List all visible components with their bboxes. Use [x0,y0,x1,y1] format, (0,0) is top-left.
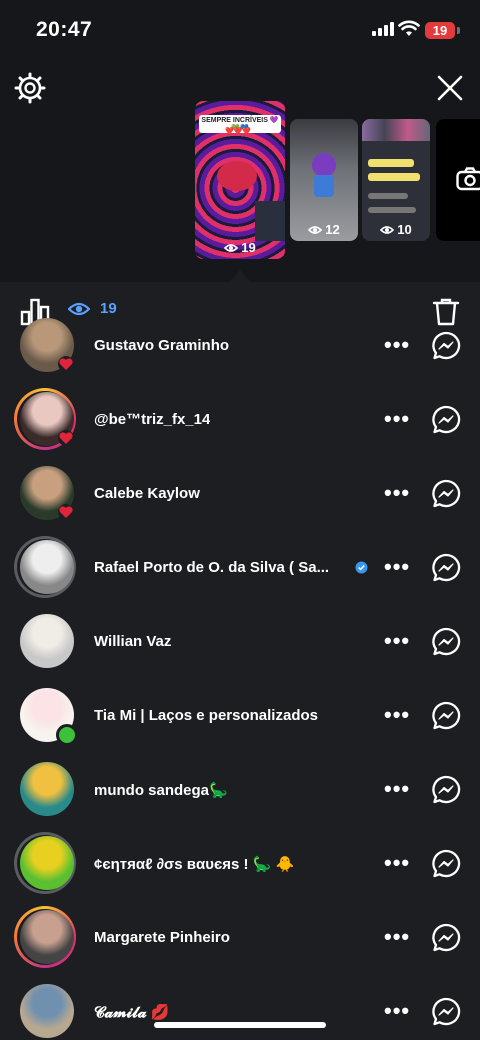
viewer-row[interactable]: @be™triz_fx_14 ••• [0,382,480,456]
liked-heart-icon [58,430,74,446]
more-options-button[interactable]: ••• [384,628,410,654]
avatar[interactable] [20,984,74,1038]
messenger-icon[interactable] [431,701,461,736]
messenger-icon[interactable] [431,997,461,1032]
eye-icon [380,225,395,234]
viewer-name: ¢єηтяαℓ ∂σѕ вαυєяѕ ! 🦕 🐥 [94,856,295,873]
story-view-count: 12 [290,222,358,237]
online-status-dot [56,724,78,746]
messenger-icon[interactable] [431,479,461,514]
active-story-pointer [230,270,250,282]
close-icon[interactable] [434,72,466,104]
story-thumbnail[interactable]: 12 [290,119,358,241]
battery-indicator: 19 [425,22,455,39]
more-options-button[interactable]: ••• [384,554,410,580]
more-options-button[interactable]: ••• [384,850,410,876]
avatar[interactable] [20,762,74,816]
messenger-icon[interactable] [431,849,461,884]
messenger-icon[interactable] [431,923,461,958]
more-options-button[interactable]: ••• [384,702,410,728]
messenger-icon[interactable] [431,553,461,588]
liked-heart-icon [58,356,74,372]
figure-head [312,153,336,177]
story-figure [217,161,257,191]
status-time: 20:47 [36,18,93,41]
eye-icon [224,243,239,252]
viewer-row[interactable]: Calebe Kaylow ••• [0,456,480,530]
more-options-button[interactable]: ••• [384,776,410,802]
avatar[interactable] [20,910,74,964]
viewer-row[interactable]: ¢єηтяαℓ ∂σѕ вαυєяѕ ! 🦕 🐥 ••• [0,826,480,900]
chat-bubble [368,173,420,181]
chat-bubble [368,159,414,167]
viewer-row[interactable]: mundo sandega🦕 ••• [0,752,480,826]
chat-bubble [368,193,408,199]
viewer-row[interactable]: Tia Mi | Laços e personalizados ••• [0,678,480,752]
story-view-count: 19 [195,240,285,255]
avatar[interactable] [20,540,74,594]
wifi-icon [398,20,420,36]
viewer-row[interactable]: Willian Vaz ••• [0,604,480,678]
viewer-row[interactable]: Gustavo Graminho ••• [0,312,480,382]
camera-icon [456,167,480,191]
liked-heart-icon [58,504,74,520]
settings-gear-icon[interactable] [14,72,46,104]
more-options-button[interactable]: ••• [384,406,410,432]
more-options-button[interactable]: ••• [384,332,410,358]
more-options-button[interactable]: ••• [384,480,410,506]
viewer-name: Gustavo Graminho [94,337,230,354]
story-photo-strip [362,119,430,141]
viewer-name: mundo sandega🦕 [94,782,228,799]
viewer-row[interactable]: Rafael Porto de O. da Silva ( Sa... ••• [0,530,480,604]
avatar[interactable] [20,614,74,668]
viewer-name: Tia Mi | Laços e personalizados [94,707,318,724]
eye-icon [308,225,323,234]
viewer-name: 𝓒𝓪𝓶𝓲𝓵𝓪 💋 [94,1004,170,1021]
viewer-name: Calebe Kaylow [94,485,200,502]
messenger-icon[interactable] [431,405,461,440]
story-thumbnail-active[interactable]: SEMPRE INCRÍVEIS 💜💚💙 ❤️❤️❤️ 19 [195,101,285,259]
story-inset-photo [255,201,285,241]
messenger-icon[interactable] [431,627,461,662]
viewer-row[interactable]: 𝓒𝓪𝓶𝓲𝓵𝓪 💋 ••• [0,974,480,1040]
status-bar: 20:47 19 [0,0,480,60]
viewer-name: Willian Vaz [94,633,172,650]
story-header: 20:47 19 SEMPRE INCRÍVEIS 💜� [0,0,480,282]
add-story-camera-tile[interactable] [436,119,480,241]
viewer-name: Rafael Porto de O. da Silva ( Sa... [94,559,330,576]
story-view-count: 10 [362,222,430,237]
viewer-name: Margarete Pinheiro [94,929,230,946]
story-hearts: ❤️❤️❤️ [225,128,252,135]
chat-bubble [368,207,416,213]
figure-body [314,175,334,197]
more-options-button[interactable]: ••• [384,998,410,1024]
verified-badge-icon [355,561,368,579]
story-thumbnail[interactable]: 10 [362,119,430,241]
viewer-name: @be™triz_fx_14 [94,411,211,428]
home-indicator[interactable] [154,1022,326,1028]
messenger-icon[interactable] [431,331,461,366]
more-options-button[interactable]: ••• [384,924,410,950]
viewers-list[interactable]: Gustavo Graminho ••• @be™triz_fx_14 ••• Cale… [0,312,480,1040]
messenger-icon[interactable] [431,775,461,810]
viewer-row[interactable]: Margarete Pinheiro ••• [0,900,480,974]
battery-tip [457,27,460,34]
signal-icon [372,22,394,36]
avatar[interactable] [20,836,74,890]
